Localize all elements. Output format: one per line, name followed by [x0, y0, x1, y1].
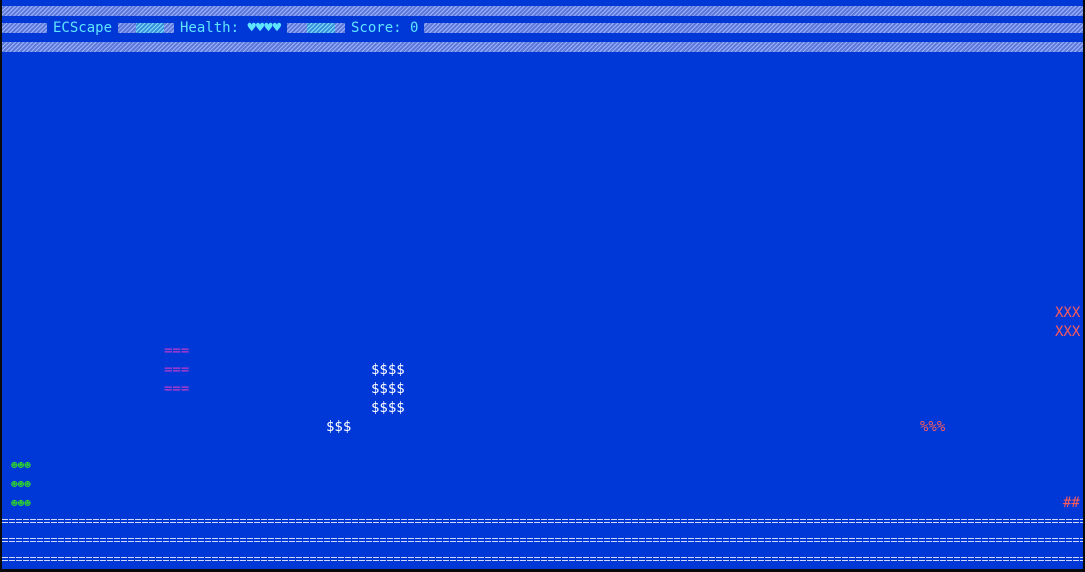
- hud-separator: [307, 23, 335, 33]
- coin-stack-row: $$$$: [371, 362, 405, 378]
- coin-small: $$$: [326, 419, 352, 435]
- hud-bar: ECScape Health: ♥♥♥♥ Score: 0: [2, 19, 1083, 38]
- hud-bottom-border: [2, 38, 1083, 57]
- magenta-block-row: ===: [164, 362, 190, 378]
- enemy-sprite-row: XXX: [1055, 305, 1081, 321]
- enemy-sprite-row: XXX: [1055, 324, 1081, 340]
- coin-stack-row: $$$$: [371, 381, 405, 397]
- hud-bar-fill: [2, 23, 1083, 33]
- floor-row-dashes: [2, 557, 1083, 563]
- player-sprite-row: ☻☻☻: [11, 459, 31, 472]
- floor-row-dashes: [2, 519, 1083, 525]
- score-label: Score:: [351, 20, 402, 36]
- game-title: ECScape: [47, 19, 119, 38]
- hazard-sprite: %%%: [920, 419, 946, 435]
- floor-row-dashes: [2, 538, 1083, 544]
- score-display: Score: 0: [345, 19, 425, 38]
- game-screen: ECScape Health: ♥♥♥♥ Score: 0 XXX XXX ==…: [2, 0, 1083, 569]
- health-label: Health:: [180, 20, 240, 36]
- player-sprite-row: ☻☻☻: [11, 497, 31, 510]
- player-sprite-row: ☻☻☻: [11, 478, 31, 491]
- health-display: Health: ♥♥♥♥: [174, 19, 288, 38]
- coin-stack-row: $$$$: [371, 400, 405, 416]
- magenta-block-row: ===: [164, 343, 190, 359]
- hud-separator: [136, 23, 164, 33]
- score-value: 0: [410, 20, 419, 36]
- wall-sprite: ##: [1063, 495, 1080, 511]
- top-border-fill: [2, 6, 1083, 16]
- health-hearts: ♥♥♥♥: [247, 20, 282, 36]
- hud-bottom-border-fill: [2, 42, 1083, 52]
- magenta-block-row: ===: [164, 381, 190, 397]
